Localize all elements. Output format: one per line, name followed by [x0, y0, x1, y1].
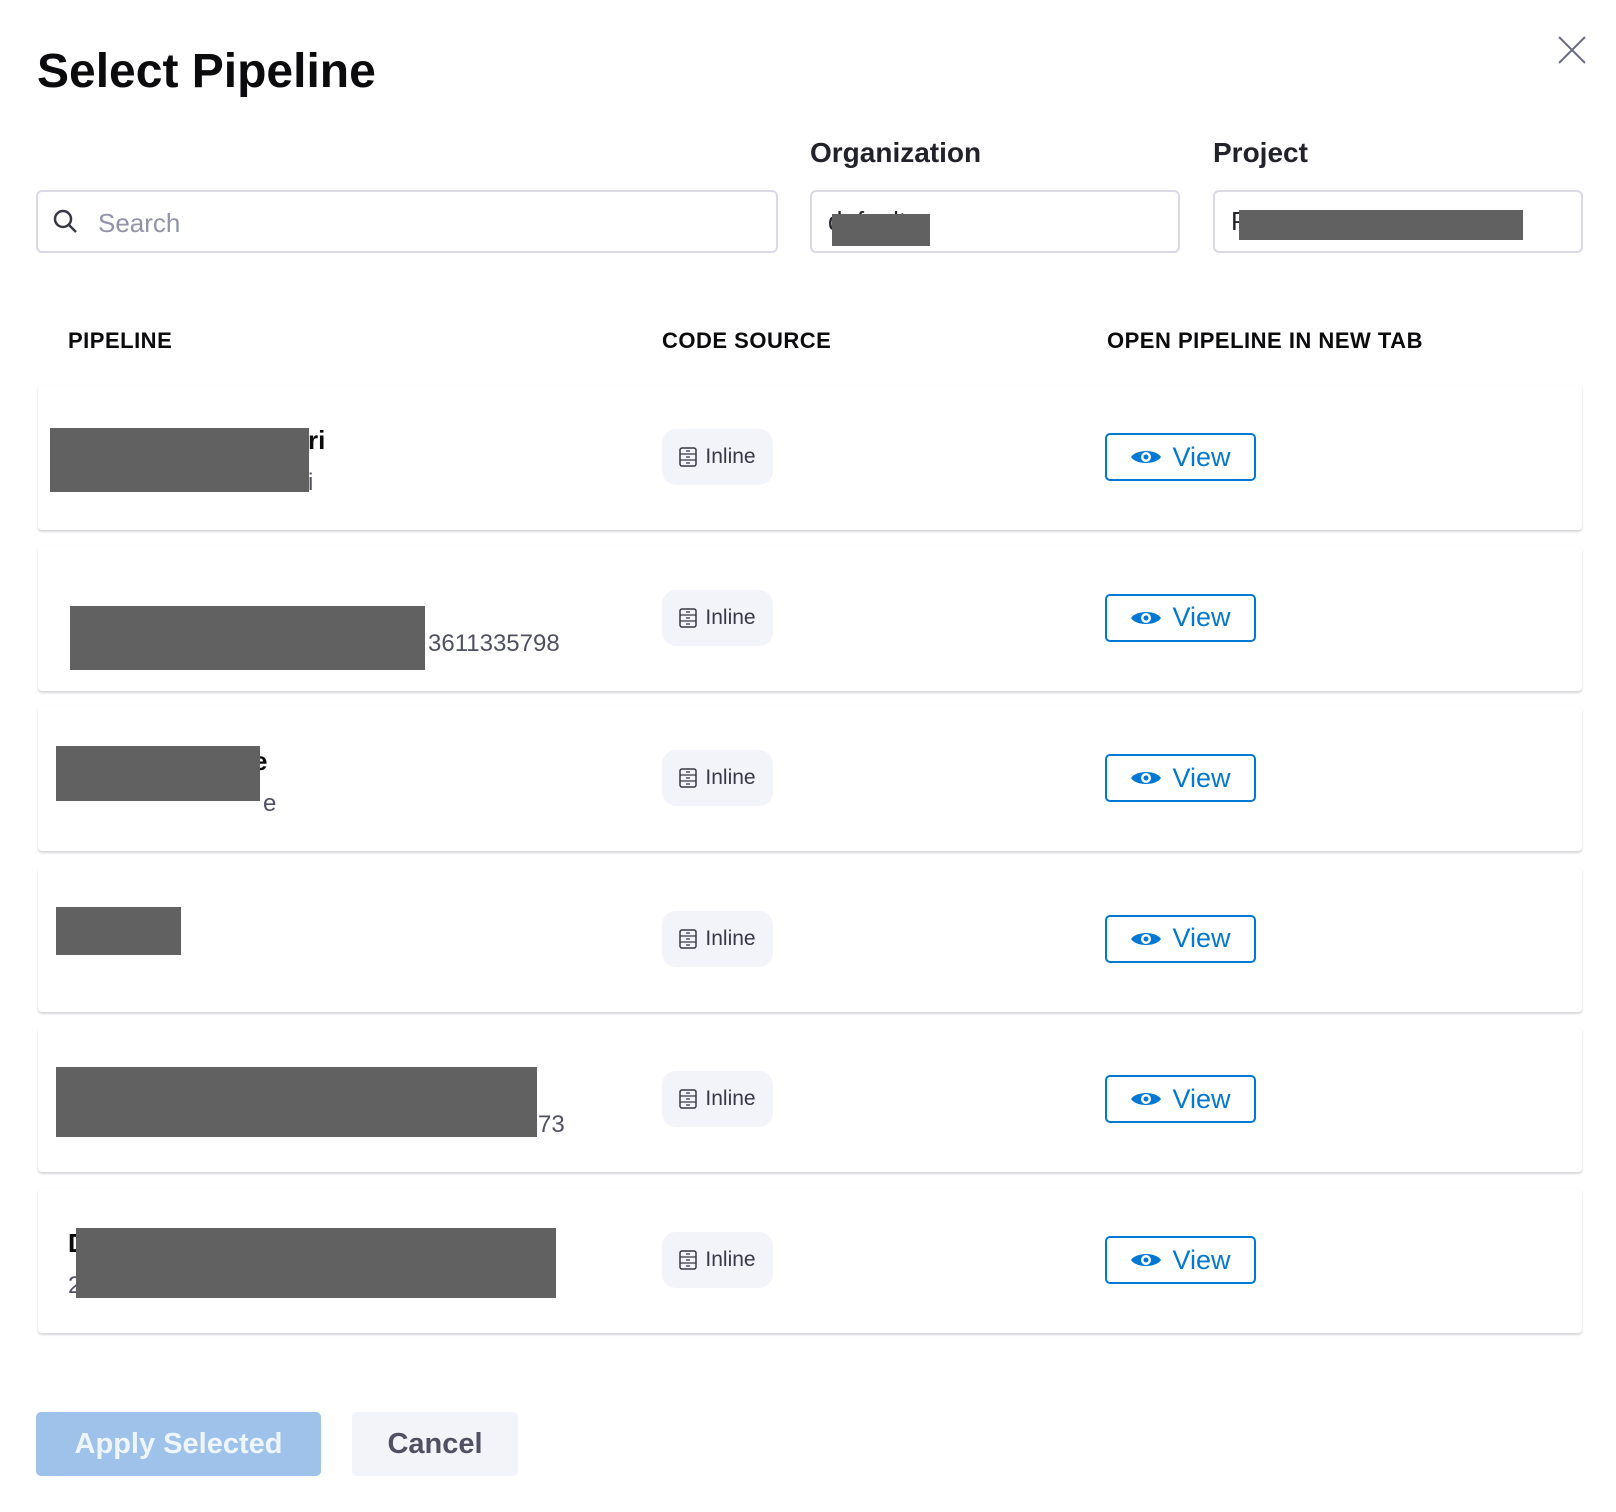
column-header-pipeline[interactable]: PIPELINE: [68, 328, 172, 354]
search-input[interactable]: Search: [36, 190, 778, 253]
code-source-label: Inline: [705, 766, 756, 790]
project-select[interactable]: P: [1213, 190, 1583, 253]
column-header-code-source: CODE SOURCE: [662, 328, 832, 353]
code-source-label: Inline: [705, 445, 756, 468]
code-source-badge: Inline: [662, 1232, 773, 1288]
redaction: [76, 1228, 556, 1298]
view-pipeline-button[interactable]: View: [1105, 1075, 1256, 1124]
eye-icon: [1131, 1254, 1162, 1266]
cabinet-icon: [679, 1089, 698, 1110]
redaction: [56, 906, 181, 955]
redaction: [832, 214, 930, 246]
eye-icon: [1131, 932, 1162, 945]
cabinet-icon: [679, 929, 698, 949]
cancel-button[interactable]: Cancel: [352, 1412, 518, 1476]
view-label: View: [1172, 923, 1231, 954]
apply-selected-button[interactable]: Apply Selected: [36, 1412, 321, 1476]
view-pipeline-button[interactable]: View: [1105, 593, 1256, 642]
search-placeholder: Search: [98, 208, 181, 238]
close-icon[interactable]: [1556, 34, 1588, 66]
view-label: View: [1172, 441, 1231, 472]
code-source-label: Inline: [705, 1248, 756, 1271]
code-source-badge: Inline: [662, 910, 773, 967]
view-pipeline-button[interactable]: View: [1105, 914, 1256, 963]
search-icon: [53, 209, 77, 233]
view-pipeline-button[interactable]: View: [1105, 754, 1256, 803]
code-source-label: Inline: [705, 926, 756, 950]
eye-icon: [1131, 451, 1162, 463]
code-source-badge: Inline: [662, 1071, 773, 1128]
code-source-badge: Inline: [662, 589, 773, 646]
pipeline-id: 3611335798: [428, 629, 560, 657]
column-header-open-pipeline: OPEN PIPELINE IN NEW TAB: [1107, 328, 1423, 353]
pipeline-id: 73: [538, 1111, 565, 1139]
cabinet-icon: [679, 768, 698, 788]
table-row[interactable]: e e Inline View: [38, 706, 1582, 852]
code-source-badge: Inline: [662, 750, 773, 807]
organization-select[interactable]: default: [810, 190, 1180, 253]
table-row[interactable]: D2InlineView: [38, 1188, 1582, 1333]
view-label: View: [1172, 602, 1231, 633]
view-label: View: [1172, 1244, 1231, 1275]
table-row[interactable]: 73 Inline View: [38, 1027, 1582, 1173]
redaction: [1239, 210, 1523, 240]
table-row[interactable]: ri i Inline View: [38, 385, 1582, 530]
pipeline-id: e: [263, 790, 277, 818]
eye-icon: [1131, 1093, 1162, 1106]
code-source-label: Inline: [705, 605, 756, 629]
pipeline-name: ri: [308, 425, 326, 455]
code-source-label: Inline: [705, 1087, 756, 1111]
table-row[interactable]: trInlineView: [38, 866, 1582, 1012]
view-pipeline-button[interactable]: View: [1105, 1236, 1256, 1284]
view-label: View: [1172, 762, 1231, 793]
organization-label: Organization: [810, 137, 982, 168]
code-source-badge: Inline: [662, 429, 773, 485]
redaction: [56, 746, 260, 802]
redaction: [56, 1067, 537, 1138]
redaction: [70, 605, 425, 670]
dialog-title: Select Pipeline: [37, 45, 376, 98]
redaction: [50, 428, 309, 492]
eye-icon: [1131, 611, 1162, 624]
view-label: View: [1172, 1083, 1231, 1114]
eye-icon: [1131, 772, 1162, 785]
cabinet-icon: [679, 1250, 698, 1270]
view-pipeline-button[interactable]: View: [1105, 433, 1256, 481]
cabinet-icon: [679, 607, 698, 628]
cabinet-icon: [679, 447, 698, 467]
table-row[interactable]: 3611335798 Inline View: [38, 545, 1582, 691]
project-label: Project: [1213, 137, 1308, 168]
